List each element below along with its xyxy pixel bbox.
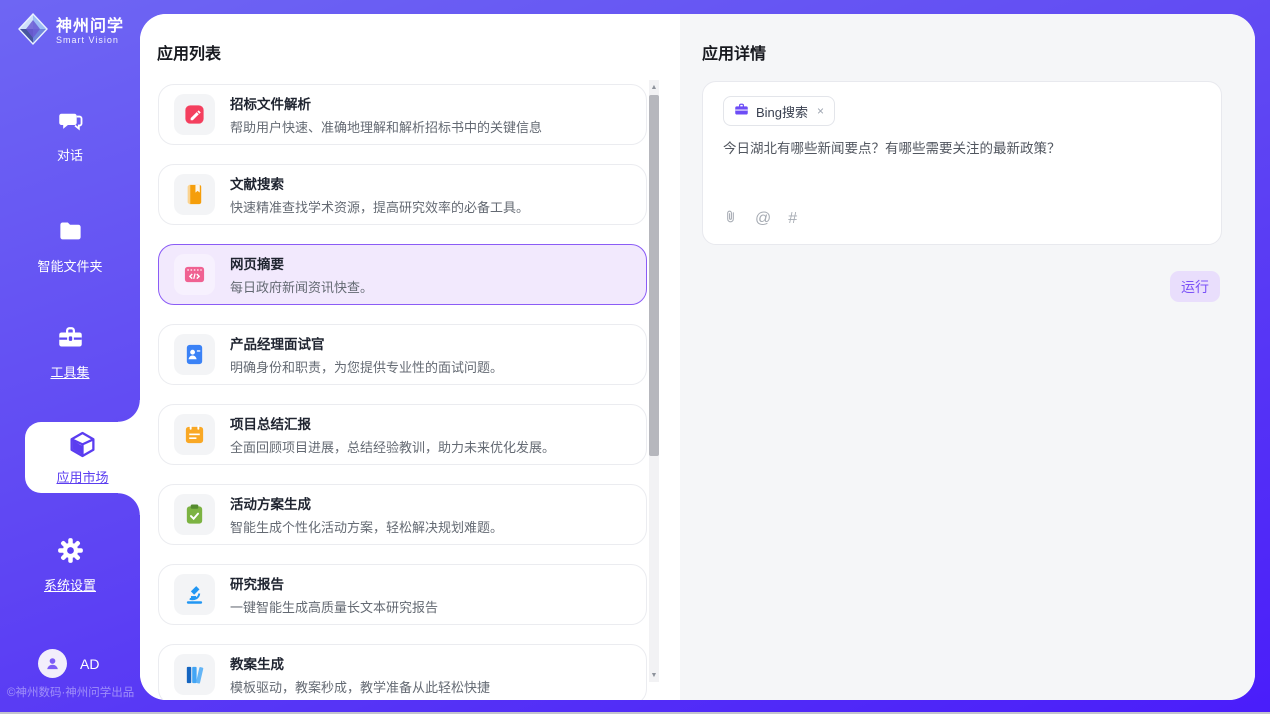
app-card-list: 招标文件解析帮助用户快速、准确地理解和解析招标书中的关键信息文献搜索快速精准查找… xyxy=(158,84,647,700)
sidebar-item-label: 系统设置 xyxy=(44,575,96,594)
app-card-title: 项目总结汇报 xyxy=(230,413,555,433)
research-report-icon xyxy=(174,574,215,615)
app-card[interactable]: 项目总结汇报全面回顾项目进展，总结经验教训，助力未来优化发展。 xyxy=(158,404,647,465)
app-card-desc: 智能生成个性化活动方案，轻松解决规划难题。 xyxy=(230,517,503,536)
sidebar-item-toolbox[interactable]: 工具集 xyxy=(0,324,140,381)
brand-name: 神州问学 xyxy=(56,18,124,36)
sidebar-item-label: 智能文件夹 xyxy=(37,256,102,275)
app-detail-panel: 应用详情 Bing搜索 × 今日湖北有哪些新闻要点？有哪些需要关注的最新政策？ xyxy=(680,14,1255,700)
app-card-title: 产品经理面试官 xyxy=(230,333,503,353)
app-card-desc: 全面回顾项目进展，总结经验教训，助力未来优化发展。 xyxy=(230,437,555,456)
app-card-desc: 一键智能生成高质量长文本研究报告 xyxy=(230,597,438,616)
paperclip-icon[interactable] xyxy=(723,208,738,230)
app-card-desc: 快速精准查找学术资源，提高研究效率的必备工具。 xyxy=(230,197,529,216)
app-card-info: 教案生成模板驱动，教案秒成，教学准备从此轻松快捷 xyxy=(230,653,490,696)
mention-icon[interactable]: @ xyxy=(755,210,771,228)
scrollbar[interactable]: ▲ ▼ xyxy=(649,80,659,682)
sidebar-item-gear[interactable]: 系统设置 xyxy=(0,537,140,594)
app-card[interactable]: 活动方案生成智能生成个性化活动方案，轻松解决规划难题。 xyxy=(158,484,647,545)
app-card[interactable]: 研究报告一键智能生成高质量长文本研究报告 xyxy=(158,564,647,625)
tool-tag-label: Bing搜索 xyxy=(756,102,808,121)
literature-search-icon xyxy=(174,174,215,215)
user-name: AD xyxy=(80,656,99,672)
chat-icon xyxy=(57,107,84,137)
copyright-text: ©神州数码·神州问学出品 xyxy=(7,684,134,700)
app-card-info: 招标文件解析帮助用户快速、准确地理解和解析招标书中的关键信息 xyxy=(230,93,542,136)
app-card-title: 活动方案生成 xyxy=(230,493,503,513)
cube-icon xyxy=(68,430,97,462)
attachment-toolbar: @ # xyxy=(723,208,797,230)
app-card-title: 研究报告 xyxy=(230,573,438,593)
app-detail-title: 应用详情 xyxy=(702,40,766,64)
sidebar-item-label: 应用市场 xyxy=(56,467,108,486)
sidebar-item-chat[interactable]: 对话 xyxy=(0,107,140,164)
sidebar-item-folder[interactable]: 智能文件夹 xyxy=(0,218,140,275)
sidebar-item-cube[interactable]: 应用市场 xyxy=(25,422,140,493)
query-card: Bing搜索 × 今日湖北有哪些新闻要点？有哪些需要关注的最新政策？ @ # xyxy=(702,81,1222,245)
folder-icon xyxy=(57,218,84,248)
user-avatar-icon xyxy=(38,649,67,678)
scrollbar-down-arrow-icon[interactable]: ▼ xyxy=(649,669,659,681)
brand-tagline: Smart Vision xyxy=(56,35,124,45)
app-card-desc: 明确身份和职责，为您提供专业性的面试问题。 xyxy=(230,357,503,376)
app-list-title: 应用列表 xyxy=(157,40,221,64)
query-input[interactable]: 今日湖北有哪些新闻要点？有哪些需要关注的最新政策？ xyxy=(723,139,1201,159)
toolbox-icon xyxy=(57,324,84,354)
app-card-info: 产品经理面试官明确身份和职责，为您提供专业性的面试问题。 xyxy=(230,333,503,376)
tool-tag-bing-search[interactable]: Bing搜索 × xyxy=(723,96,835,126)
app-card[interactable]: 文献搜索快速精准查找学术资源，提高研究效率的必备工具。 xyxy=(158,164,647,225)
app-card[interactable]: 产品经理面试官明确身份和职责，为您提供专业性的面试问题。 xyxy=(158,324,647,385)
pm-interviewer-icon xyxy=(174,334,215,375)
hash-icon[interactable]: # xyxy=(788,210,797,228)
close-icon[interactable]: × xyxy=(817,104,824,118)
app-card-info: 项目总结汇报全面回顾项目进展，总结经验教训，助力未来优化发展。 xyxy=(230,413,555,456)
sidebar: 神州问学 Smart Vision 对话智能文件夹工具集应用市场系统设置 AD … xyxy=(0,0,140,714)
app-card-title: 网页摘要 xyxy=(230,253,373,273)
sidebar-item-label: 对话 xyxy=(57,145,83,164)
gear-icon xyxy=(57,537,84,567)
tender-doc-icon xyxy=(174,94,215,135)
app-card[interactable]: 教案生成模板驱动，教案秒成，教学准备从此轻松快捷 xyxy=(158,644,647,700)
brand-logo: 神州问学 Smart Vision xyxy=(16,12,124,51)
user-account[interactable]: AD xyxy=(38,649,99,678)
app-card-desc: 每日政府新闻资讯快查。 xyxy=(230,277,373,296)
lesson-plan-icon xyxy=(174,654,215,695)
project-summary-icon xyxy=(174,414,215,455)
app-card-title: 文献搜索 xyxy=(230,173,529,193)
scrollbar-up-arrow-icon[interactable]: ▲ xyxy=(649,81,659,93)
app-card-info: 网页摘要每日政府新闻资讯快查。 xyxy=(230,253,373,296)
main-content: 应用列表 招标文件解析帮助用户快速、准确地理解和解析招标书中的关键信息文献搜索快… xyxy=(140,14,1255,700)
run-button[interactable]: 运行 xyxy=(1170,271,1220,302)
app-card-title: 招标文件解析 xyxy=(230,93,542,113)
app-list-panel: 应用列表 招标文件解析帮助用户快速、准确地理解和解析招标书中的关键信息文献搜索快… xyxy=(140,14,680,700)
scrollbar-thumb[interactable] xyxy=(649,95,659,456)
diamond-logo-icon xyxy=(16,12,50,51)
event-plan-icon xyxy=(174,494,215,535)
app-card[interactable]: 网页摘要每日政府新闻资讯快查。 xyxy=(158,244,647,305)
app-card-info: 研究报告一键智能生成高质量长文本研究报告 xyxy=(230,573,438,616)
web-summary-icon xyxy=(174,254,215,295)
app-card-desc: 模板驱动，教案秒成，教学准备从此轻松快捷 xyxy=(230,677,490,696)
app-card[interactable]: 招标文件解析帮助用户快速、准确地理解和解析招标书中的关键信息 xyxy=(158,84,647,145)
app-card-info: 文献搜索快速精准查找学术资源，提高研究效率的必备工具。 xyxy=(230,173,529,216)
app-card-info: 活动方案生成智能生成个性化活动方案，轻松解决规划难题。 xyxy=(230,493,503,536)
app-card-desc: 帮助用户快速、准确地理解和解析招标书中的关键信息 xyxy=(230,117,542,136)
briefcase-icon xyxy=(734,102,749,120)
sidebar-item-label: 工具集 xyxy=(50,362,89,381)
app-card-title: 教案生成 xyxy=(230,653,490,673)
